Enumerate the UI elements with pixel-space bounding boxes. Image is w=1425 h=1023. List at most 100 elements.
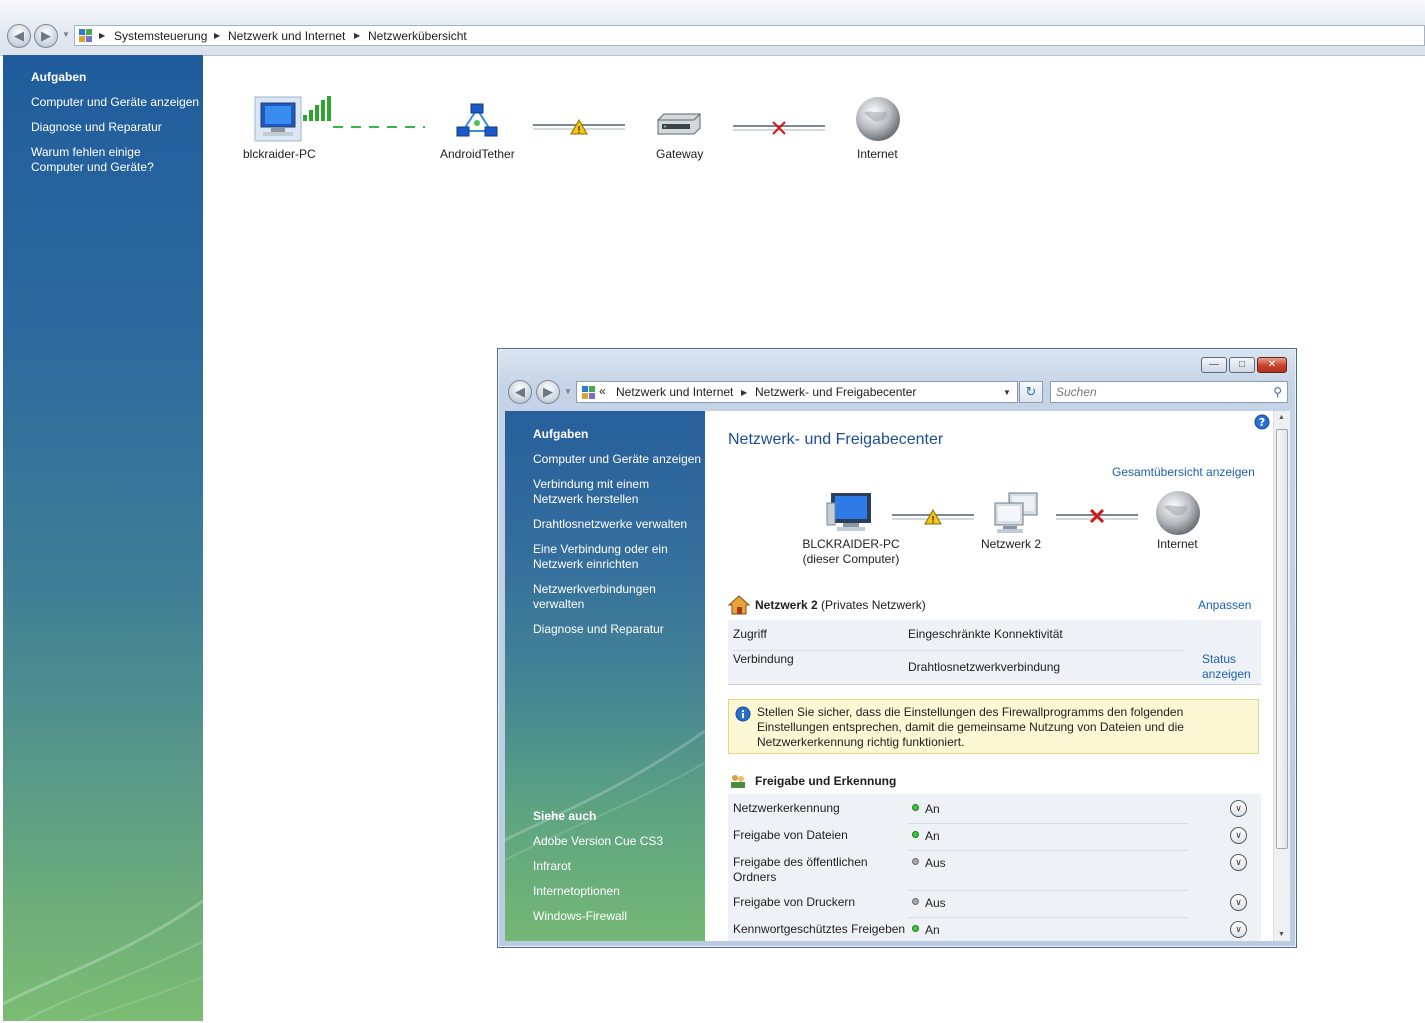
breadcrumb[interactable]: ▶ Systemsteuerung ▶ Netzwerk und Interne… — [74, 25, 1425, 46]
full-map-link[interactable]: Gesamtübersicht anzeigen — [1112, 465, 1255, 479]
info-icon — [735, 706, 751, 722]
chevron-down-icon[interactable]: ∨ — [1230, 894, 1247, 911]
network-computers-icon[interactable] — [989, 491, 1041, 535]
link-connect-network[interactable]: Verbindung mit einem Netzwerk herstellen — [533, 477, 673, 507]
crumb-netzwerk-internet[interactable]: Netzwerk und Internet — [228, 29, 345, 43]
minimize-button[interactable]: — — [1201, 357, 1227, 373]
map-network-label: Netzwerk 2 — [981, 537, 1042, 551]
status-off-icon — [912, 858, 919, 865]
sharing-label-file-sharing: Freigabe von Dateien — [733, 828, 848, 842]
divider — [908, 850, 1188, 851]
customize-link[interactable]: Anpassen — [1198, 598, 1251, 612]
sharing-label-printer-sharing: Freigabe von Druckern — [733, 895, 856, 909]
sharing-list: Netzwerkerkennung An ∨ Freigabe von Date… — [728, 794, 1261, 941]
computer-icon[interactable] — [253, 95, 335, 145]
link-manage-wireless[interactable]: Drahtlosnetzwerke verwalten — [533, 517, 705, 532]
chevron-down-icon[interactable]: ∨ — [1230, 800, 1247, 817]
broken-link-icon — [1056, 509, 1138, 524]
close-button[interactable]: ✕ — [1257, 357, 1287, 373]
scroll-down-icon[interactable]: ▼ — [1278, 931, 1285, 938]
link-show-devices[interactable]: Computer und Geräte anzeigen — [31, 95, 203, 110]
crumb-netzwerk-internet[interactable]: Netzwerk und Internet — [616, 385, 733, 399]
sharing-icon — [731, 775, 745, 788]
link-internetoptionen[interactable]: Internetoptionen — [533, 884, 705, 899]
history-dropdown-icon[interactable]: ▼ — [564, 387, 572, 396]
limited-link-warning: ! — [892, 509, 974, 525]
gateway-icon[interactable] — [654, 110, 704, 138]
window-address-bar[interactable]: « Netzwerk und Internet ▶ Netzwerk- und … — [576, 381, 1018, 403]
task-pane: Aufgaben Computer und Geräte anzeigen Ve… — [505, 411, 726, 941]
crumb-systemsteuerung[interactable]: Systemsteuerung — [114, 29, 207, 43]
status-link[interactable]: Status anzeigen — [1202, 652, 1258, 682]
status-on-icon — [912, 925, 919, 932]
back-button[interactable]: ◀ — [508, 380, 532, 404]
link-show-devices[interactable]: Computer und Geräte anzeigen — [533, 452, 705, 467]
divider — [908, 823, 1188, 824]
divider — [908, 917, 1188, 918]
computer-icon[interactable] — [825, 491, 877, 535]
sharing-state: Aus — [925, 856, 946, 870]
link-diagnose[interactable]: Diagnose und Reparatur — [533, 622, 705, 637]
sharing-state: An — [925, 802, 940, 816]
divider — [733, 650, 1183, 651]
node-label-gateway: Gateway — [656, 147, 704, 161]
network-icon[interactable] — [455, 103, 499, 139]
network-details: Zugriff Eingeschränkte Konnektivität Ver… — [728, 620, 1261, 685]
status-off-icon — [912, 898, 919, 905]
outer-task-pane: Aufgaben Computer und Geräte anzeigen Di… — [3, 55, 203, 1021]
link-adobe-version-cue[interactable]: Adobe Version Cue CS3 — [533, 834, 705, 849]
node-label-androidtether: AndroidTether — [440, 147, 515, 161]
main-content: Netzwerk- und Freigabecenter Gesamtübers… — [705, 411, 1273, 941]
tasks-heading: Aufgaben — [31, 70, 87, 84]
map-internet-label: Internet — [1157, 537, 1198, 551]
status-on-icon — [912, 831, 919, 838]
link-windows-firewall[interactable]: Windows-Firewall — [533, 909, 705, 924]
chevron-down-icon[interactable]: ∨ — [1230, 854, 1247, 871]
outer-address-bar: ◀ ▶ ▼ ▶ Systemsteuerung ▶ Netzwerk und I… — [0, 0, 1425, 56]
scroll-up-icon[interactable]: ▲ — [1278, 414, 1285, 421]
address-dropdown-icon[interactable]: ▼ — [1003, 388, 1011, 397]
detail-value-access: Eingeschränkte Konnektivität — [908, 627, 1063, 641]
search-icon[interactable]: ⚲ — [1273, 385, 1282, 399]
sharing-state: An — [925, 829, 940, 843]
globe-icon[interactable] — [854, 95, 902, 143]
control-panel-icon — [582, 386, 595, 399]
globe-icon[interactable] — [1154, 489, 1202, 537]
sharing-state: Aus — [925, 896, 946, 910]
divider — [908, 890, 1188, 891]
forward-button[interactable]: ▶ — [34, 24, 58, 48]
link-infrarot[interactable]: Infrarot — [533, 859, 705, 874]
crumb-arrow-icon[interactable]: ▶ — [354, 31, 360, 40]
crumb-freigabecenter[interactable]: Netzwerk- und Freigabecenter — [755, 385, 916, 399]
status-on-icon — [912, 804, 919, 811]
tasks-heading: Aufgaben — [533, 427, 589, 441]
link-diagnose[interactable]: Diagnose und Reparatur — [31, 120, 203, 135]
vertical-scrollbar[interactable]: ▲ ▼ — [1273, 411, 1290, 941]
network-sharing-center-window[interactable]: — □ ✕ ◀ ▶ ▼ « Netzwerk und Internet ▶ Ne… — [497, 348, 1297, 948]
forward-button[interactable]: ▶ — [536, 380, 560, 404]
maximize-button[interactable]: □ — [1229, 357, 1255, 373]
crumb-arrow-icon[interactable]: ▶ — [214, 31, 220, 40]
link-manage-connections[interactable]: Netzwerkverbindungen verwalten — [533, 582, 673, 612]
map-pc-sub: (dieser Computer) — [802, 552, 900, 566]
node-label-pc: blckraider-PC — [243, 147, 316, 161]
crumb-netzwerkuebersicht[interactable]: Netzwerkübersicht — [368, 29, 467, 43]
crumb-arrow-icon[interactable]: ▶ — [741, 388, 747, 397]
network-heading: Netzwerk 2 (Privates Netzwerk) — [755, 598, 926, 612]
breadcrumb-overflow[interactable]: « — [599, 384, 606, 398]
history-dropdown-icon[interactable]: ▼ — [62, 30, 70, 39]
svg-text:!: ! — [577, 125, 581, 135]
chevron-down-icon[interactable]: ∨ — [1230, 827, 1247, 844]
scrollbar-thumb[interactable] — [1276, 429, 1288, 849]
chevron-down-icon[interactable]: ∨ — [1230, 921, 1247, 938]
refresh-button[interactable]: ↻ — [1019, 381, 1043, 403]
back-button[interactable]: ◀ — [7, 24, 31, 48]
detail-label-access: Zugriff — [733, 627, 767, 641]
link-setup-connection[interactable]: Eine Verbindung oder ein Netzwerk einric… — [533, 542, 683, 572]
help-icon[interactable]: ? — [1254, 414, 1270, 430]
map-pc-name: BLCKRAIDER-PC — [802, 537, 900, 551]
network-type: (Privates Netzwerk) — [821, 598, 926, 612]
link-missing-devices[interactable]: Warum fehlen einige Computer und Geräte? — [31, 145, 161, 175]
sharing-label-network-discovery: Netzwerkerkennung — [733, 801, 840, 815]
search-input[interactable]: Suchen ⚲ — [1050, 381, 1288, 403]
